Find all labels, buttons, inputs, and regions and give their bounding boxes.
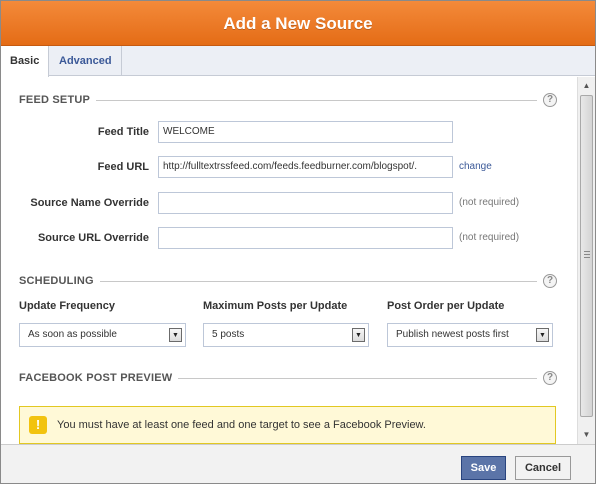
chevron-down-icon[interactable]: ▼ [536,328,549,342]
grip-icon [584,251,590,258]
divider [173,378,537,379]
preview-warning: ! You must have at least one feed and on… [19,406,556,444]
scheduling-header: SCHEDULING ? [1,273,577,289]
divider [95,100,537,101]
preview-header: FACEBOOK POST PREVIEW ? [1,370,577,386]
scrollbar-thumb[interactable] [580,95,593,417]
vertical-scrollbar[interactable]: ▲ ▼ [577,77,595,444]
source-url-override-input[interactable] [158,227,453,249]
max-posts-select[interactable]: 5 posts ▼ [203,323,369,347]
save-button[interactable]: Save [461,456,506,480]
post-order-select[interactable]: Publish newest posts first ▼ [387,323,553,347]
dialog-title: Add a New Source [1,1,595,46]
max-posts-label: Maximum Posts per Update [203,300,348,312]
source-name-override-label: Source Name Override [30,197,149,209]
dialog-content: FEED SETUP ? Feed Title WELCOME Feed URL… [1,77,577,444]
add-source-dialog: Add a New Source Basic Advanced FEED SET… [0,0,596,484]
feed-setup-title: FEED SETUP [19,92,97,108]
tab-bar: Basic Advanced [1,46,595,77]
post-order-value: Publish newest posts first [396,329,509,340]
source-name-override-input[interactable] [158,192,453,214]
scheduling-title: SCHEDULING [19,273,100,289]
update-frequency-select[interactable]: As soon as possible ▼ [19,323,186,347]
source-url-override-label: Source URL Override [37,232,149,244]
preview-title: FACEBOOK POST PREVIEW [19,370,179,386]
help-icon[interactable]: ? [543,371,557,385]
scroll-down-arrow-icon[interactable]: ▼ [580,428,593,442]
tab-advanced[interactable]: Advanced [50,46,122,76]
warning-message: You must have at least one feed and one … [57,419,426,431]
help-icon[interactable]: ? [543,93,557,107]
update-frequency-label: Update Frequency [19,300,115,312]
feed-title-label: Feed Title [97,126,149,138]
chevron-down-icon[interactable]: ▼ [352,328,365,342]
max-posts-value: 5 posts [212,329,245,340]
feed-url-input[interactable]: http://fulltextrssfeed.com/feeds.feedbur… [158,156,453,178]
chevron-down-icon[interactable]: ▼ [169,328,182,342]
warning-icon: ! [29,416,47,434]
not-required-hint: (not required) [459,197,520,208]
update-frequency-value: As soon as possible [28,329,117,340]
cancel-button[interactable]: Cancel [515,456,571,480]
feed-setup-header: FEED SETUP ? [1,92,577,108]
not-required-hint: (not required) [459,232,520,243]
post-order-label: Post Order per Update [387,300,505,312]
help-icon[interactable]: ? [543,274,557,288]
feed-url-label: Feed URL [97,161,149,173]
change-link[interactable]: change [459,156,492,178]
scroll-up-arrow-icon[interactable]: ▲ [580,79,593,93]
tab-basic[interactable]: Basic [1,46,50,77]
dialog-footer: Save Cancel [1,444,595,483]
divider [99,281,537,282]
feed-title-input[interactable]: WELCOME [158,121,453,143]
